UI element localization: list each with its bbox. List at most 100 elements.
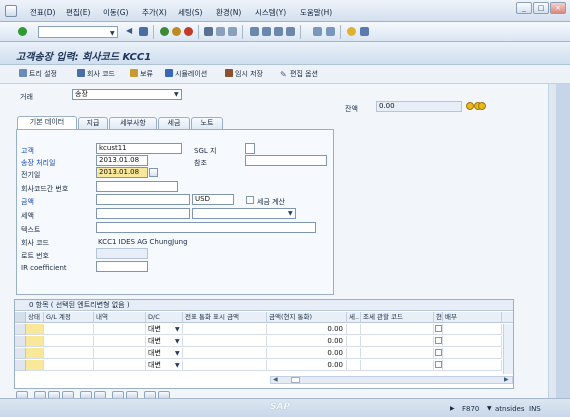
cell-gl-account[interactable] [44,324,94,335]
cell-allocation[interactable] [443,348,502,359]
table-details-icon[interactable] [16,391,28,398]
dc-dropdown-icon[interactable]: ▼ [175,350,180,357]
cell-tax[interactable] [347,360,361,371]
cell-description[interactable] [94,324,146,335]
table-delete-row-icon[interactable] [48,391,60,398]
cell-current[interactable] [434,348,443,359]
cell-allocation[interactable] [443,324,502,335]
scroll-right-icon[interactable]: ▶ [504,376,509,383]
edit-options-button[interactable]: ✎ 편집 옵션 [280,69,318,79]
cell-status[interactable] [26,348,44,359]
tab-payment[interactable]: 지급 [78,117,108,129]
table-settings-icon[interactable] [502,312,513,323]
previous-page-icon[interactable] [262,27,271,36]
sgl-field[interactable] [245,143,255,154]
back-icon[interactable] [160,27,169,36]
command-dropdown-icon[interactable]: ▼ [110,30,115,37]
last-page-icon[interactable] [286,27,295,36]
system-dropdown-icon[interactable]: ▼ [487,405,492,412]
posting-date-field[interactable]: 2013.01.08 [96,167,148,178]
row-selector[interactable] [15,360,26,371]
current-checkbox[interactable] [435,361,442,368]
tab-details[interactable]: 세부사항 [109,117,157,129]
table-total-icon[interactable] [126,391,138,398]
minimize-button[interactable]: _ [516,2,532,14]
cell-status[interactable] [26,360,44,371]
cell-gl-account[interactable] [44,360,94,371]
dc-dropdown-icon[interactable]: ▼ [175,326,180,333]
tab-tax[interactable]: 세금 [158,117,190,129]
cell-description[interactable] [94,360,146,371]
next-page-icon[interactable] [274,27,283,36]
cell-jurisdiction[interactable] [361,336,434,347]
current-checkbox[interactable] [435,337,442,344]
print-icon[interactable] [204,27,213,36]
row-selector[interactable] [15,324,26,335]
new-session-icon[interactable] [313,27,322,36]
cell-local-amount[interactable]: 0.00 [267,324,347,335]
first-page-icon[interactable] [250,27,259,36]
table-vertical-scrollbar[interactable] [503,324,513,374]
cell-description[interactable] [94,348,146,359]
cell-description[interactable] [94,336,146,347]
menu-environment[interactable]: 환경(N) [216,7,241,18]
row-selector[interactable] [15,336,26,347]
maximize-button[interactable]: □ [533,2,549,14]
select-all-icon[interactable] [15,312,26,323]
tab-notes[interactable]: 노트 [191,117,223,129]
amount-field[interactable] [96,194,190,205]
column-header-gl-account[interactable]: G/L 계정 [44,312,94,323]
tax-code-dropdown-icon[interactable]: ▼ [288,210,293,217]
close-button[interactable]: × [550,2,566,14]
sap-menu-icon[interactable] [5,5,17,17]
scroll-thumb[interactable] [291,377,300,383]
find-icon[interactable] [216,27,225,36]
collapse-icon[interactable]: ◀ [126,27,132,35]
cell-current[interactable] [434,336,443,347]
layout-menu-icon[interactable] [360,27,369,36]
column-header-doc-currency-amount[interactable]: 전표 통화 표시 금액 [183,312,267,323]
vertical-scrollbar[interactable] [548,84,556,398]
ir-coefficient-field[interactable] [96,261,148,272]
cell-status[interactable] [26,336,44,347]
company-code-button[interactable]: 회사 코드 [77,69,115,79]
cross-company-code-field[interactable] [96,181,178,192]
simulate-button[interactable]: 시뮬레이션 [165,69,207,79]
table-export-icon[interactable] [158,391,170,398]
park-button[interactable]: 임시 저장 [225,69,263,79]
cell-doc-amount[interactable] [183,324,267,335]
menu-edit[interactable]: 편집(E) [66,7,90,18]
text-field[interactable] [96,222,316,233]
table-copy-icon[interactable] [62,391,74,398]
tab-basic-data[interactable]: 기본 데이터 [17,116,77,130]
cell-doc-amount[interactable] [183,336,267,347]
table-horizontal-scrollbar[interactable]: ◀ ▶ [270,376,513,384]
column-header-current[interactable]: 현 [434,312,443,323]
cell-local-amount[interactable]: 0.00 [267,348,347,359]
find-next-icon[interactable] [228,27,237,36]
cell-local-amount[interactable]: 0.00 [267,360,347,371]
row-selector[interactable] [15,348,26,359]
cell-local-amount[interactable]: 0.00 [267,336,347,347]
scroll-left-icon[interactable]: ◀ [273,376,278,383]
menu-settings[interactable]: 세팅(S) [178,7,202,18]
cell-tax[interactable] [347,348,361,359]
menu-goto[interactable]: 이동(G) [103,7,128,18]
menu-document[interactable]: 전표(D) [30,7,55,18]
column-header-tax[interactable]: 세.. [347,312,361,323]
cell-gl-account[interactable] [44,336,94,347]
status-expand-icon[interactable]: ▶ [450,405,455,412]
cell-tax[interactable] [347,324,361,335]
transaction-select[interactable]: 송장 [72,89,182,100]
column-header-dc[interactable]: D/C [146,312,183,323]
column-header-allocation[interactable]: 배부 [443,312,502,323]
calculate-tax-checkbox[interactable] [246,196,254,204]
current-checkbox[interactable] [435,325,442,332]
cell-doc-amount[interactable] [183,360,267,371]
table-layout-icon[interactable] [144,391,156,398]
column-header-local-currency-amount[interactable]: 금액(현지 통화) [267,312,347,323]
column-header-status[interactable]: 상태 [26,312,44,323]
table-sort-asc-icon[interactable] [80,391,92,398]
cell-allocation[interactable] [443,336,502,347]
reference-field[interactable] [245,155,327,166]
